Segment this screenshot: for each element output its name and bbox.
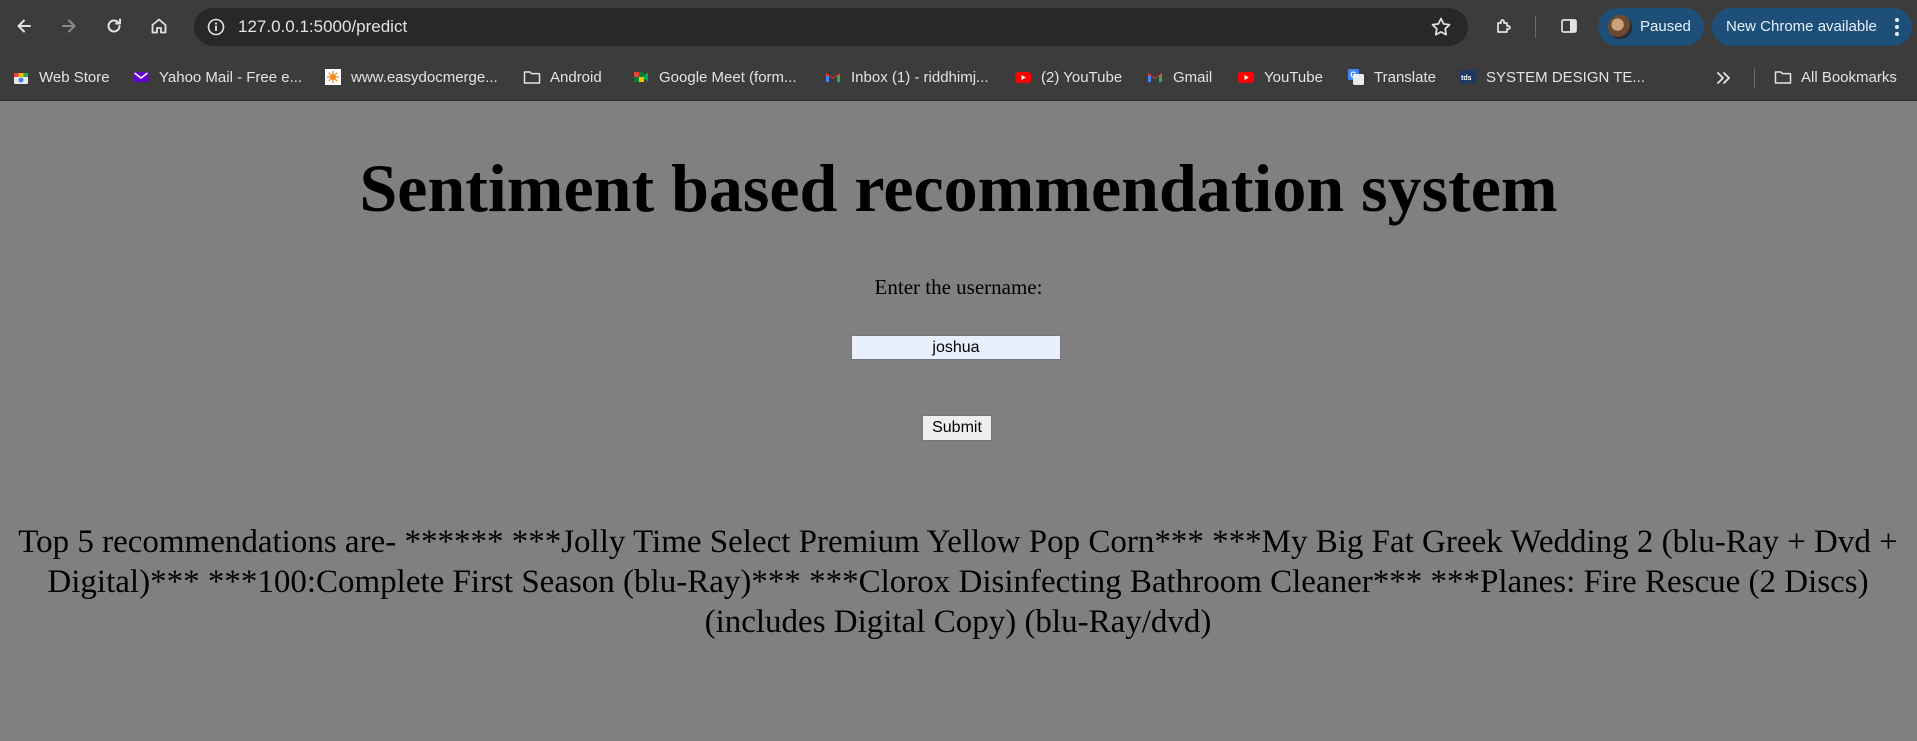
yahoo-mail-icon — [132, 68, 150, 86]
chevron-double-right-icon[interactable] — [1713, 68, 1733, 88]
bookmark-label: SYSTEM DESIGN TE... — [1486, 68, 1645, 86]
bookmark-youtube[interactable]: YouTube — [1237, 65, 1323, 89]
submit-button[interactable]: Submit — [922, 415, 992, 441]
all-bookmarks-label: All Bookmarks — [1801, 68, 1897, 86]
bookmark-youtube-2[interactable]: (2) YouTube — [1014, 65, 1122, 89]
reload-button[interactable] — [98, 10, 130, 42]
address-bar[interactable]: 127.0.0.1:5000/predict — [194, 8, 1468, 46]
profile-button[interactable]: Paused — [1598, 8, 1704, 46]
back-button[interactable] — [8, 10, 40, 42]
tds-icon: tds — [1459, 68, 1477, 86]
folder-icon — [1774, 68, 1792, 86]
forward-arrow-icon — [62, 19, 76, 33]
youtube-icon — [1237, 68, 1255, 86]
page-content: Sentiment based recommendation system En… — [0, 101, 1917, 741]
recommendations-text: Top 5 recommendations are- ****** ***Jol… — [18, 524, 1898, 640]
bookmark-label: Google Meet (form... — [659, 68, 797, 86]
reload-icon — [107, 18, 121, 33]
bookmark-easydocmerge[interactable]: www.easydocmerge... — [324, 65, 498, 89]
bookmark-label: YouTube — [1264, 68, 1323, 86]
bookmark-label: Inbox (1) - riddhimj... — [851, 68, 989, 86]
avatar — [1608, 15, 1632, 39]
bookmark-inbox[interactable]: Inbox (1) - riddhimj... — [824, 65, 989, 89]
all-bookmarks-button[interactable]: All Bookmarks — [1774, 65, 1897, 89]
kebab-menu-icon[interactable] — [1894, 17, 1900, 37]
home-icon — [151, 18, 167, 34]
svg-text:G: G — [1350, 71, 1356, 80]
bookmarks-bar: Web Store Yahoo Mail - Free e... www.eas… — [0, 55, 1917, 101]
gmail-icon — [824, 68, 842, 86]
bookmark-label: Gmail — [1173, 68, 1213, 86]
username-input[interactable] — [851, 335, 1061, 360]
bookmark-label: (2) YouTube — [1041, 68, 1123, 86]
bookmark-yahoo-mail[interactable]: Yahoo Mail - Free e... — [132, 65, 302, 89]
gmail-icon — [1146, 68, 1164, 86]
bookmark-web-store[interactable]: Web Store — [12, 65, 110, 89]
update-label: New Chrome available — [1726, 18, 1877, 35]
youtube-icon — [1014, 68, 1032, 86]
side-panel-button[interactable] — [1553, 10, 1585, 42]
site-info-icon[interactable] — [204, 15, 228, 39]
bookmark-star-icon[interactable] — [1430, 16, 1452, 38]
svg-text:tds: tds — [1461, 75, 1472, 82]
web-store-icon — [12, 68, 30, 86]
forward-button[interactable] — [53, 10, 85, 42]
bookmark-label: Android — [550, 68, 602, 86]
chrome-update-button[interactable]: New Chrome available — [1712, 8, 1912, 46]
google-meet-icon — [632, 68, 650, 86]
back-arrow-icon — [17, 19, 31, 33]
username-label: Enter the username: — [874, 275, 1043, 299]
bookmark-label: www.easydocmerge... — [351, 68, 498, 86]
bookmark-google-meet[interactable]: Google Meet (form... — [632, 65, 797, 89]
bookmarks-divider — [1754, 68, 1755, 88]
bookmark-folder-android[interactable]: Android — [523, 65, 602, 89]
home-button[interactable] — [143, 10, 175, 42]
extensions-button[interactable] — [1488, 10, 1520, 42]
easydocmerge-icon — [324, 68, 342, 86]
side-panel-icon — [1561, 19, 1577, 33]
url-text[interactable]: 127.0.0.1:5000/predict — [238, 17, 407, 37]
translate-icon: G — [1347, 68, 1365, 86]
profile-status: Paused — [1640, 18, 1691, 35]
toolbar-divider — [1535, 16, 1536, 38]
bookmark-system-design[interactable]: tds SYSTEM DESIGN TE... — [1459, 65, 1645, 89]
folder-icon — [523, 68, 541, 86]
browser-toolbar: 127.0.0.1:5000/predict Paused New Chrome… — [0, 0, 1917, 55]
page-title: Sentiment based recommendation system — [359, 150, 1558, 226]
bookmark-translate[interactable]: G Translate — [1347, 65, 1436, 89]
bookmark-label: Yahoo Mail - Free e... — [159, 68, 303, 86]
puzzle-piece-icon — [1497, 19, 1511, 33]
bookmark-label: Web Store — [39, 68, 110, 86]
bookmark-gmail[interactable]: Gmail — [1146, 65, 1212, 89]
bookmark-label: Translate — [1374, 68, 1436, 86]
